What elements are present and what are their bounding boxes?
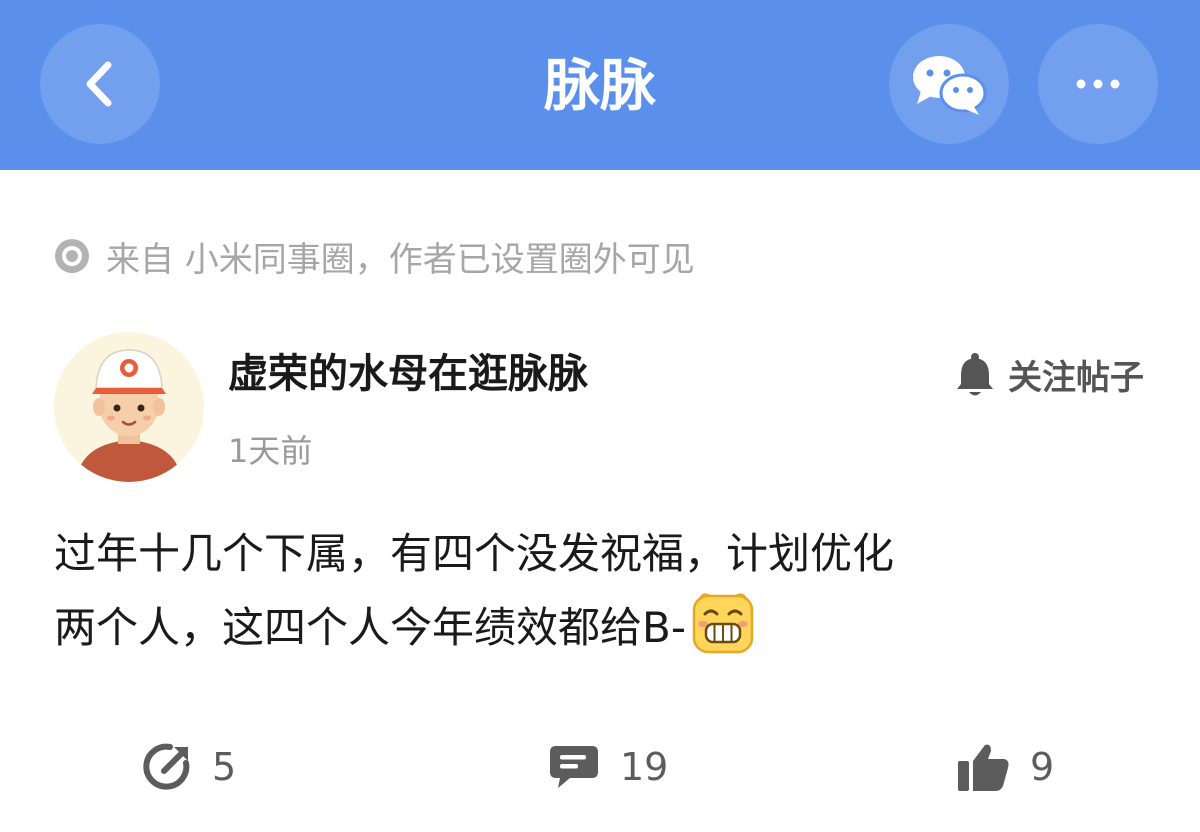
avatar-illustration (54, 332, 204, 482)
comment-count: 19 (620, 745, 669, 789)
post-time: 1天前 (228, 432, 313, 470)
author-name[interactable]: 虚荣的水母在逛脉脉 (228, 346, 588, 402)
page-title: 脉脉 (544, 54, 656, 119)
author-avatar[interactable] (54, 332, 204, 482)
post-content-line-1: 过年十几个下属，有四个没发祝福，计划优化 (54, 529, 895, 578)
action-bar: 5 19 9 (0, 735, 1200, 799)
post-content-line-2: 两个人，这四个人今年绩效都给B- (54, 590, 1154, 664)
share-button[interactable]: 5 (140, 735, 236, 799)
follow-label: 关注帖子 (1008, 358, 1144, 398)
wechat-icon (913, 56, 987, 115)
source-dot-icon (55, 239, 89, 273)
like-count: 9 (1030, 745, 1055, 789)
post-content: 过年十几个下属，有四个没发祝福，计划优化 两个人，这四个人今年绩效都给B- (54, 518, 1154, 664)
post-content-line-2-text: 两个人，这四个人今年绩效都给B- (54, 603, 686, 652)
source-text: 来自 小米同事圈，作者已设置圈外可见 (106, 239, 695, 280)
share-icon (143, 743, 190, 790)
top-nav-bar: 脉脉 (0, 0, 1200, 170)
thumbs-up-icon (958, 744, 1009, 791)
comment-button[interactable]: 19 (548, 735, 668, 799)
like-button[interactable]: 9 (956, 735, 1054, 799)
follow-post-button[interactable]: 关注帖子 (954, 350, 1144, 399)
comment-icon (550, 746, 598, 788)
more-button[interactable] (1038, 24, 1158, 144)
more-icon (1076, 79, 1120, 89)
bell-icon (957, 352, 993, 395)
source-row: 来自 小米同事圈，作者已设置圈外可见 (52, 230, 695, 282)
wechat-share-button[interactable] (889, 24, 1009, 144)
share-count: 5 (212, 745, 237, 789)
grin-emoji-icon (692, 593, 754, 654)
